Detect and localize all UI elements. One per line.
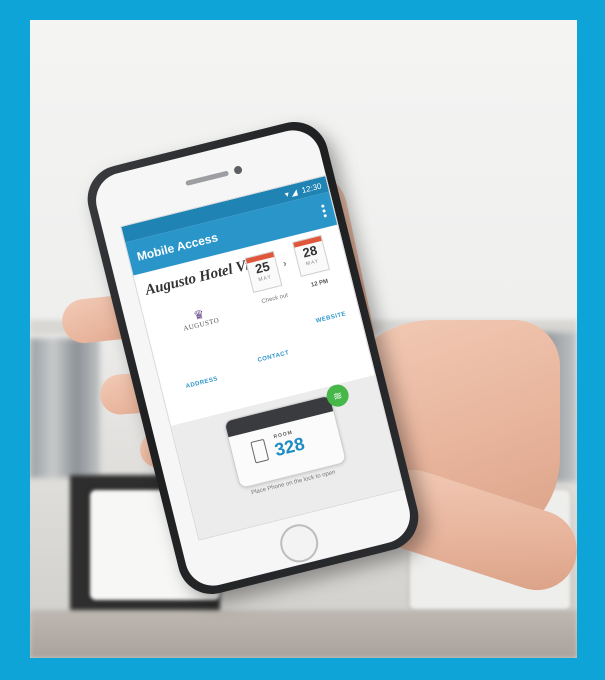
- lock-strip: [224, 395, 334, 438]
- website-link[interactable]: WEBSITE: [315, 311, 346, 324]
- photo: ▾ ◢ 12:30 Mobile Access Augusto Hotel Vi…: [30, 20, 577, 658]
- contact-link[interactable]: CONTACT: [257, 350, 290, 364]
- border-frame: ▾ ◢ 12:30 Mobile Access Augusto Hotel Vi…: [0, 0, 605, 680]
- more-vert-icon[interactable]: [320, 203, 327, 218]
- signal-icon: ▾ ◢: [283, 187, 299, 199]
- status-time: 12:30: [300, 180, 323, 195]
- lock-panel: ROOM 328 ≋ Place Phone on the lock to op…: [170, 375, 404, 540]
- check-out-time: 12 PM: [310, 278, 329, 289]
- camera: [233, 165, 243, 175]
- check-in-date: 25 MAY: [244, 250, 283, 294]
- floor: [30, 610, 577, 658]
- address-link[interactable]: ADDRESS: [185, 376, 218, 390]
- speaker: [185, 170, 230, 187]
- check-out-date: 28 MAY: [292, 234, 330, 278]
- hotel-logo: ♛ AUGUSTO: [174, 303, 225, 334]
- check-out-label: Check out: [261, 292, 289, 306]
- chevron-right-icon: ›: [281, 258, 288, 270]
- phone-icon: [250, 438, 270, 464]
- curtain: [30, 338, 100, 478]
- home-button[interactable]: [276, 520, 323, 567]
